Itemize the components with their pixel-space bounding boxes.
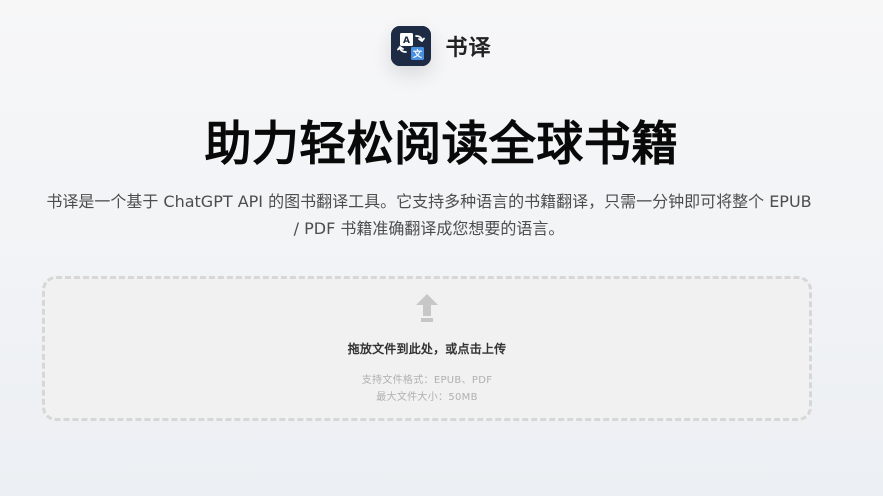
svg-text:文: 文	[412, 48, 423, 60]
app-header: A 文 书译	[0, 23, 883, 69]
hero-title: 助力轻松阅读全球书籍	[204, 117, 679, 172]
brand-name: 书译	[445, 36, 492, 61]
max-file-size: 最大文件大小：50MB	[376, 392, 478, 403]
svg-text:A: A	[404, 36, 411, 46]
translate-icon: A 文	[391, 26, 432, 66]
dropzone-instruction: 拖放文件到此处，或点击上传	[347, 342, 507, 356]
upload-arrow-icon	[416, 294, 438, 322]
file-dropzone[interactable]: 拖放文件到此处，或点击上传 支持文件格式：EPUB、PDF 最大文件大小：50M…	[42, 276, 812, 421]
supported-formats: 支持文件格式：EPUB、PDF	[361, 375, 493, 386]
app-logo[interactable]: A 文	[391, 26, 432, 66]
hero-description: 书译是一个基于 ChatGPT API 的图书翻译工具。它支持多种语言的书籍翻译…	[46, 192, 812, 238]
